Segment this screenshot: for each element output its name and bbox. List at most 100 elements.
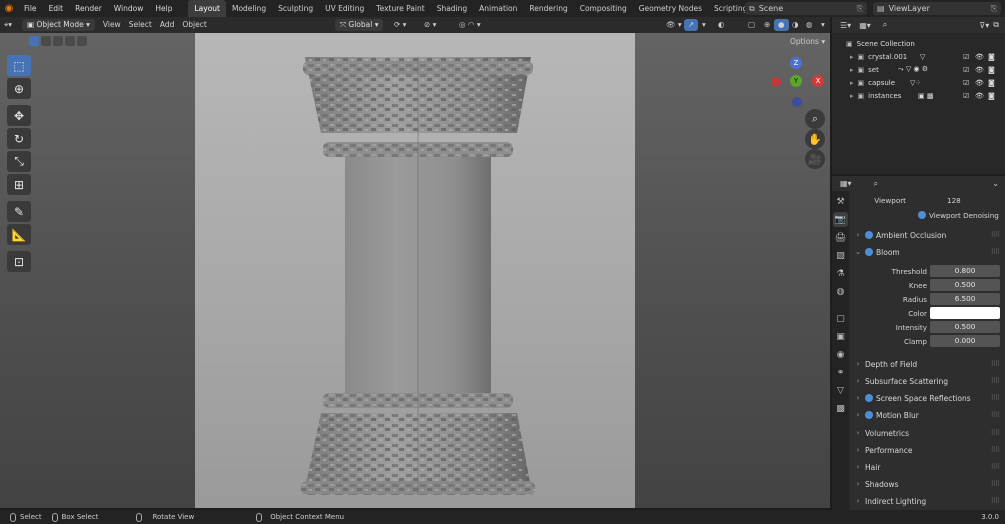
expand-arrow-icon[interactable]: ▸: [850, 79, 854, 87]
outliner-row[interactable]: ▸ ▣ capsule ▽⁘ ☑ 👁 ◙: [832, 76, 1005, 89]
menu-add[interactable]: Add: [156, 19, 179, 31]
drag-handle-icon[interactable]: ⠿⠿: [991, 411, 1000, 419]
scene-tab-icon[interactable]: ⚗: [833, 266, 848, 281]
ssr-checkbox[interactable]: [865, 394, 873, 402]
drag-handle-icon[interactable]: ⠿⠿: [991, 480, 1000, 488]
visibility-icon[interactable]: 👁 ▾: [662, 19, 686, 31]
menu-window[interactable]: Window: [108, 0, 150, 17]
properties-editor-icon[interactable]: ▦▾: [840, 179, 852, 188]
zoom-icon[interactable]: ⌕: [805, 109, 825, 129]
menu-object[interactable]: Object: [178, 19, 210, 31]
menu-view[interactable]: View: [99, 19, 125, 31]
bloom-checkbox[interactable]: [865, 248, 873, 256]
clamp-field[interactable]: 0.000: [930, 335, 1000, 347]
eye-icon[interactable]: 👁: [975, 66, 984, 74]
outliner-row[interactable]: ▸ ▣ set ⤳ ▽ ◉ ⚙ ☑ 👁 ◙: [832, 63, 1005, 76]
intensity-field[interactable]: 0.500: [930, 321, 1000, 333]
gizmo-dropdown-icon[interactable]: ▾: [698, 19, 710, 31]
ambient-occlusion-checkbox[interactable]: [865, 231, 873, 239]
menu-help[interactable]: Help: [149, 0, 178, 17]
menu-render[interactable]: Render: [69, 0, 108, 17]
menu-file[interactable]: File: [18, 0, 43, 17]
gizmo-z-axis[interactable]: Z: [790, 57, 802, 69]
pan-hand-icon[interactable]: ✋: [805, 129, 825, 149]
drag-handle-icon[interactable]: ⠿⠿: [991, 446, 1000, 454]
physics-tab-icon[interactable]: ◉: [833, 347, 848, 362]
camera-view-icon[interactable]: 🎥: [805, 149, 825, 169]
display-mode-icon[interactable]: ▦▾: [859, 21, 871, 30]
outliner-row[interactable]: ▸ ▣ crystal.001 ▽ ☑ 👁 ◙: [832, 50, 1005, 63]
output-tab-icon[interactable]: 🖨: [833, 230, 848, 245]
snap-icon[interactable]: ⊘ ▾: [420, 19, 440, 31]
tab-layout[interactable]: Layout: [188, 0, 226, 17]
select-intersect-icon[interactable]: [65, 36, 75, 46]
checkbox-icon[interactable]: ☑: [963, 66, 969, 74]
panel-depth-of-field[interactable]: › Depth of Field ⠿⠿: [851, 356, 1005, 372]
motion-blur-checkbox[interactable]: [865, 411, 873, 419]
shading-options-icon[interactable]: ▾: [817, 19, 829, 31]
select-subtract-icon[interactable]: [53, 36, 63, 46]
new-collection-icon[interactable]: ⧉: [993, 20, 999, 30]
orientation-dropdown[interactable]: ⤧ Global ▾: [335, 19, 384, 31]
panel-indirect-lighting[interactable]: › Indirect Lighting ⠿⠿: [851, 493, 1005, 509]
measure-tool-icon[interactable]: 📐: [7, 224, 31, 245]
xray-icon[interactable]: ▢: [744, 19, 759, 31]
expand-arrow-icon[interactable]: ▸: [850, 92, 854, 100]
collection-tab-icon[interactable]: ▢: [833, 311, 848, 326]
view-layer-tab-icon[interactable]: ▨: [833, 248, 848, 263]
tab-sculpting[interactable]: Sculpting: [272, 0, 319, 17]
panel-subsurface-scattering[interactable]: › Subsurface Scattering ⠿⠿: [851, 373, 1005, 389]
checkbox-icon[interactable]: ☑: [963, 53, 969, 61]
tab-uv-editing[interactable]: UV Editing: [319, 0, 370, 17]
eye-icon[interactable]: 👁: [975, 92, 984, 100]
panel-shadows[interactable]: › Shadows ⠿⠿: [851, 476, 1005, 492]
select-extend-icon[interactable]: [41, 36, 51, 46]
filter-icon[interactable]: ⊽▾: [979, 21, 989, 30]
3d-viewport[interactable]: Options ▾ ⬚ ⊕ ✥ ↻ ⤡ ⊞ ✎ 📐 ⊡ Z Y X ⌕ ✋ 🎥: [0, 33, 830, 508]
tab-geometry-nodes[interactable]: Geometry Nodes: [633, 0, 708, 17]
search-icon[interactable]: ⌕: [874, 179, 878, 189]
options-dropdown[interactable]: Options ▾: [790, 37, 825, 46]
camera-render-icon[interactable]: ◙: [988, 92, 995, 100]
panel-hair[interactable]: › Hair ⠿⠿: [851, 459, 1005, 475]
tab-compositing[interactable]: Compositing: [574, 0, 633, 17]
gizmo-toggle-icon[interactable]: ↗: [684, 19, 699, 31]
menu-select[interactable]: Select: [125, 19, 156, 31]
material-shading-icon[interactable]: ◑: [788, 19, 803, 31]
mode-dropdown[interactable]: ▣ Object Mode ▾: [22, 19, 95, 31]
blender-logo-icon[interactable]: ◉: [0, 3, 18, 14]
cursor-tool-icon[interactable]: ⊕: [7, 78, 31, 99]
camera-render-icon[interactable]: ◙: [988, 53, 995, 61]
outliner-row[interactable]: ▸ ▣ instances ▣ ▩ ☑ 👁 ◙: [832, 89, 1005, 102]
tab-rendering[interactable]: Rendering: [523, 0, 573, 17]
transform-tool-icon[interactable]: ⊞: [7, 174, 31, 195]
eye-icon[interactable]: 👁: [975, 79, 984, 87]
checkbox-icon[interactable]: ☑: [963, 79, 969, 87]
checkbox-icon[interactable]: ☑: [963, 92, 969, 100]
overlays-icon[interactable]: ◐: [714, 19, 729, 31]
panel-performance[interactable]: › Performance ⠿⠿: [851, 442, 1005, 458]
rendered-shading-icon[interactable]: ◍: [802, 19, 817, 31]
view-layer-selector[interactable]: ▤ ViewLayer ⎘: [873, 2, 1001, 15]
render-tab-icon[interactable]: 📷: [833, 212, 848, 227]
drag-handle-icon[interactable]: ⠿⠿: [991, 394, 1000, 402]
texture-tab-icon[interactable]: ▩: [833, 401, 848, 416]
expand-arrow-icon[interactable]: ▸: [850, 66, 854, 74]
drag-handle-icon[interactable]: ⠿⠿: [991, 377, 1000, 385]
scene-selector[interactable]: ⧉ Scene ⎘: [745, 2, 867, 15]
drag-handle-icon[interactable]: ⠿⠿: [991, 360, 1000, 368]
radius-field[interactable]: 6.500: [930, 293, 1000, 305]
tab-animation[interactable]: Animation: [473, 0, 523, 17]
tab-modeling[interactable]: Modeling: [226, 0, 272, 17]
viewport-samples-value[interactable]: 128: [947, 196, 961, 205]
scene-collection-row[interactable]: ▣ Scene Collection: [832, 37, 1005, 50]
threshold-field[interactable]: 0.800: [930, 265, 1000, 277]
move-tool-icon[interactable]: ✥: [7, 105, 31, 126]
tool-tab-icon[interactable]: ⚒: [833, 194, 848, 209]
object-tab-icon[interactable]: ▣: [833, 329, 848, 344]
gizmo-x-axis[interactable]: X: [812, 75, 824, 87]
tab-shading[interactable]: Shading: [431, 0, 473, 17]
knee-field[interactable]: 0.500: [930, 279, 1000, 291]
drag-handle-icon[interactable]: ⠿⠿: [991, 231, 1000, 239]
rotate-tool-icon[interactable]: ↻: [7, 128, 31, 149]
